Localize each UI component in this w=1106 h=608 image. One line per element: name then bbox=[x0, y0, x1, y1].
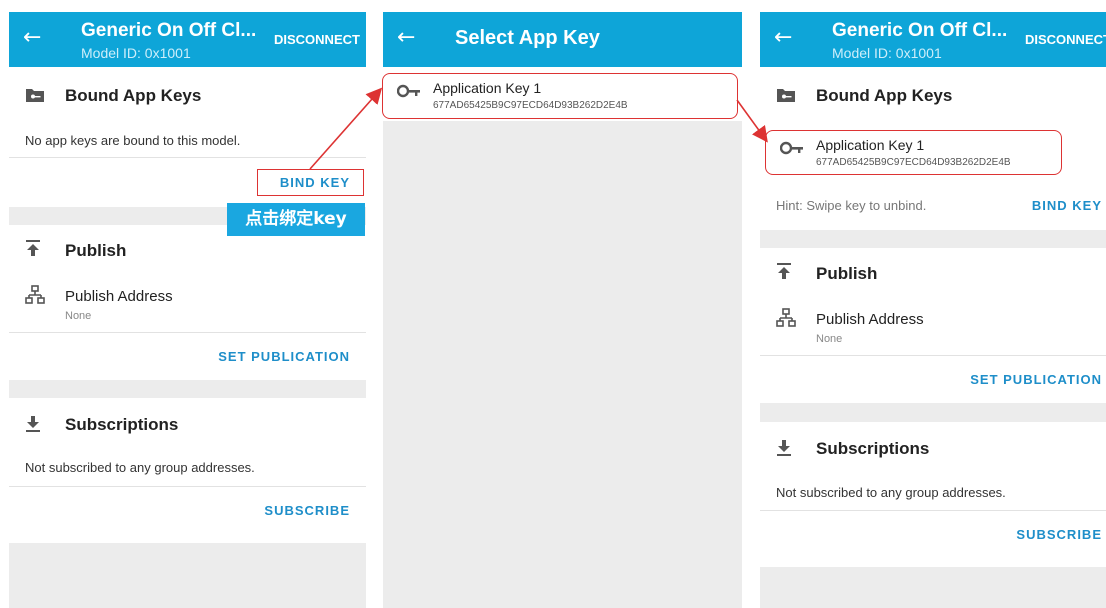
set-publication-button[interactable]: SET PUBLICATION bbox=[970, 372, 1102, 387]
publish-address-value: None bbox=[816, 333, 843, 345]
back-arrow-icon[interactable]: ← bbox=[23, 24, 41, 52]
bound-app-keys-title: Bound App Keys bbox=[65, 86, 202, 105]
app-key-value: 677AD65425B9C97ECD64D93B262D2E4B bbox=[433, 100, 628, 111]
divider bbox=[9, 332, 366, 333]
publish-address-value: None bbox=[65, 310, 92, 322]
swipe-hint-text: Hint: Swipe key to unbind. bbox=[776, 198, 927, 213]
app-key-list-item[interactable]: Application Key 1 677AD65425B9C97ECD64D9… bbox=[382, 73, 738, 119]
network-icon bbox=[776, 308, 796, 332]
bind-key-button[interactable]: BIND KEY bbox=[1032, 198, 1102, 213]
publish-icon bbox=[776, 262, 792, 285]
subscriptions-title: Subscriptions bbox=[65, 415, 179, 434]
key-icon bbox=[779, 141, 804, 160]
publish-icon bbox=[25, 239, 41, 262]
model-id: Model ID: 0x1001 bbox=[81, 45, 191, 61]
app-key-name: Application Key 1 bbox=[433, 80, 542, 96]
publish-title: Publish bbox=[65, 241, 127, 260]
back-arrow-icon[interactable]: ← bbox=[774, 24, 792, 52]
publish-title: Publish bbox=[816, 264, 878, 283]
subscribe-button[interactable]: SUBSCRIBE bbox=[264, 503, 350, 518]
app-bar: ← Generic On Off Cl... Model ID: 0x1001 … bbox=[9, 12, 366, 67]
download-icon bbox=[25, 415, 41, 438]
subscriptions-card: Subscriptions Not subscribed to any grou… bbox=[760, 422, 1106, 567]
publish-address-label: Publish Address bbox=[816, 311, 924, 328]
key-icon bbox=[396, 84, 421, 103]
folder-key-icon bbox=[25, 87, 45, 108]
model-title: Generic On Off Cl... bbox=[81, 20, 257, 41]
download-icon bbox=[776, 439, 792, 462]
select-app-key-title: Select App Key bbox=[455, 27, 600, 49]
subscriptions-card: Subscriptions Not subscribed to any grou… bbox=[9, 398, 366, 543]
back-arrow-icon[interactable]: ← bbox=[397, 24, 415, 52]
divider bbox=[9, 486, 366, 487]
model-screen-after: ← Generic On Off Cl... Model ID: 0x1001 … bbox=[760, 12, 1106, 608]
app-bar: ← Generic On Off Cl... Model ID: 0x1001 … bbox=[760, 12, 1106, 67]
folder-key-icon bbox=[776, 87, 796, 108]
publish-address-label: Publish Address bbox=[65, 288, 173, 305]
divider bbox=[760, 355, 1106, 356]
model-id: Model ID: 0x1001 bbox=[832, 45, 942, 61]
divider bbox=[760, 510, 1106, 511]
publish-card: Publish Publish Address None SET PUBLICA… bbox=[9, 225, 366, 380]
tap-bind-key-callout: 点击绑定key bbox=[227, 203, 365, 236]
subscribe-button[interactable]: SUBSCRIBE bbox=[1016, 527, 1102, 542]
no-subscriptions-text: Not subscribed to any group addresses. bbox=[25, 460, 255, 475]
set-publication-button[interactable]: SET PUBLICATION bbox=[218, 349, 350, 364]
subscriptions-title: Subscriptions bbox=[816, 439, 930, 458]
bound-app-keys-title: Bound App Keys bbox=[816, 86, 953, 105]
bound-app-key-item[interactable]: Application Key 1 677AD65425B9C97ECD64D9… bbox=[765, 130, 1062, 175]
bound-key-value: 677AD65425B9C97ECD64D93B262D2E4B bbox=[816, 157, 1011, 168]
bind-key-highlight bbox=[257, 169, 364, 196]
disconnect-button[interactable]: DISCONNECT bbox=[274, 32, 360, 47]
disconnect-button[interactable]: DISCONNECT bbox=[1025, 32, 1106, 47]
model-title: Generic On Off Cl... bbox=[832, 20, 1008, 41]
model-screen-before: ← Generic On Off Cl... Model ID: 0x1001 … bbox=[9, 12, 366, 608]
network-icon bbox=[25, 285, 45, 309]
no-subscriptions-text: Not subscribed to any group addresses. bbox=[776, 485, 1006, 500]
no-app-keys-text: No app keys are bound to this model. bbox=[25, 133, 241, 148]
publish-card: Publish Publish Address None SET PUBLICA… bbox=[760, 248, 1106, 403]
bound-key-name: Application Key 1 bbox=[816, 137, 925, 153]
divider bbox=[9, 157, 366, 158]
app-bar: ← Select App Key bbox=[383, 12, 742, 67]
